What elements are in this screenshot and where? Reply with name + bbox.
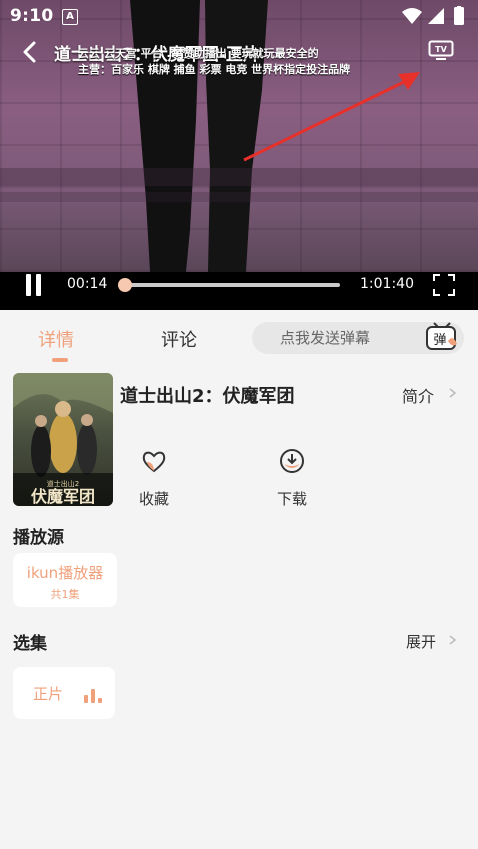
heart-icon — [142, 451, 166, 473]
movie-poster[interactable]: 道士出山2 伏魔军团 — [13, 373, 113, 506]
total-time: 1:01:40 — [360, 276, 414, 292]
tv-cast-icon[interactable]: TV — [428, 40, 454, 60]
current-time: 00:14 — [67, 276, 108, 292]
player-controls: 00:14 1:01:40 — [0, 272, 478, 310]
favorite-button[interactable]: 收藏 — [124, 448, 184, 509]
poster-image: 道士出山2 伏魔军团 — [13, 373, 113, 506]
episode-item[interactable]: 正片 — [13, 667, 115, 719]
tab-comment[interactable]: 评论 — [161, 326, 197, 352]
battery-icon — [454, 7, 464, 25]
video-player[interactable]: 9:10 A 道士出山2：伏魔军团-正片 云云 云天宫 平台 ... 赞助播出 … — [0, 0, 478, 310]
tab-indicator — [52, 358, 68, 362]
svg-text:TV: TV — [435, 45, 447, 54]
status-time: 9:10 — [10, 6, 54, 26]
download-button[interactable]: 下载 — [262, 448, 322, 509]
fullscreen-icon[interactable] — [433, 274, 455, 296]
status-bar: 9:10 A — [0, 0, 478, 32]
movie-title: 道士出山2：伏魔军团 — [120, 386, 295, 407]
ad-ticker-line: 主营：百家乐 棋牌 捕鱼 彩票 电竞 世界杯指定投注品牌 — [78, 63, 351, 76]
detail-tabs: 详情 评论 点我发送弹幕 弹 — [0, 310, 478, 364]
poster-title: 伏魔军团 — [31, 487, 95, 506]
source-count: 共1集 — [50, 588, 80, 601]
ad-ticker: 云云 云天宫 平台 ... 赞助播出 要玩就玩最安全的 主营：百家乐 棋牌 捕鱼… — [78, 46, 408, 78]
source-section-title: 播放源 — [13, 528, 64, 548]
danmu-icon-text: 弹 — [433, 333, 446, 348]
chevron-right-icon[interactable] — [446, 633, 460, 647]
expand-link[interactable]: 展开 — [406, 631, 436, 652]
wifi-icon — [402, 8, 422, 24]
signal-icon — [428, 8, 444, 24]
pause-icon[interactable] — [24, 274, 44, 296]
source-card[interactable]: ikun播放器 共1集 — [13, 553, 117, 607]
episode-label: 正片 — [33, 685, 64, 703]
notification-icon: A — [62, 9, 78, 25]
playing-equalizer-icon — [84, 687, 106, 703]
ad-ticker-line: 云云 云天宫 平台 ... 赞助播出 要玩就玩最安全的 — [78, 47, 319, 60]
download-label: 下载 — [276, 490, 307, 508]
progress-bar[interactable] — [117, 278, 340, 292]
episodes-section-title: 选集 — [13, 634, 47, 654]
status-icons — [402, 6, 464, 25]
tab-detail[interactable]: 详情 — [38, 326, 74, 352]
source-name: ikun播放器 — [26, 564, 104, 582]
download-icon — [280, 449, 304, 473]
progress-thumb[interactable] — [117, 278, 132, 292]
favorite-label: 收藏 — [138, 490, 169, 508]
chevron-right-icon[interactable] — [446, 386, 460, 400]
back-icon[interactable] — [18, 40, 42, 64]
danmu-send-icon[interactable]: 弹 — [425, 322, 459, 352]
intro-link[interactable]: 简介 — [402, 383, 434, 407]
